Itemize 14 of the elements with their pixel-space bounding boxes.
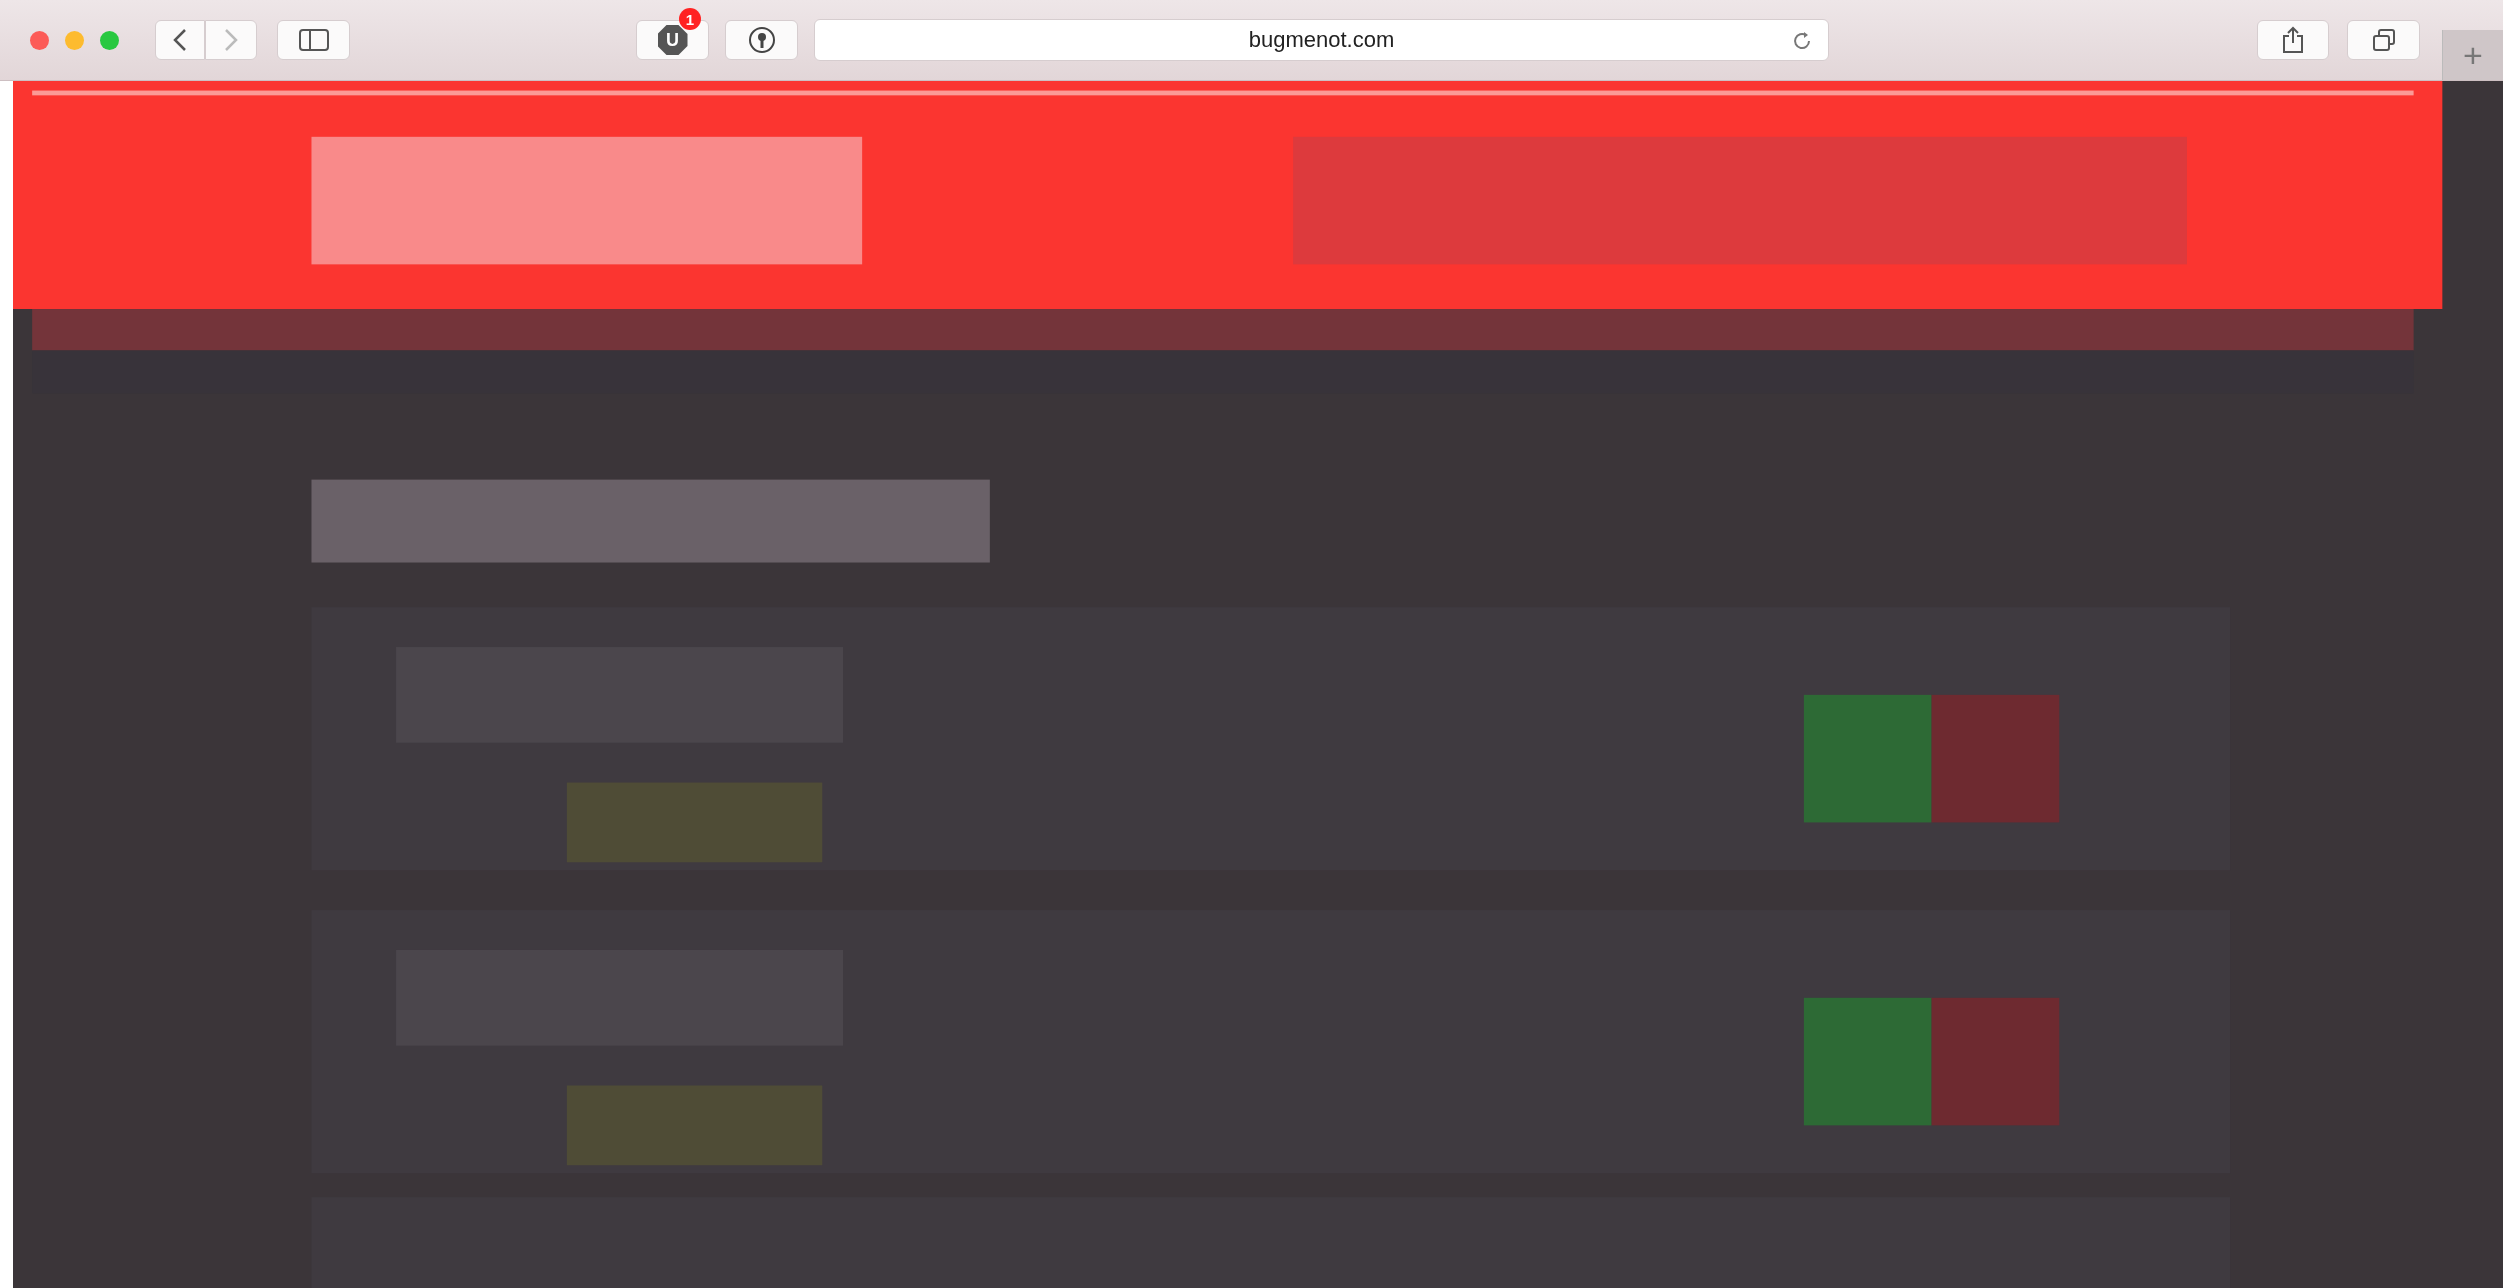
key-icon — [747, 26, 776, 54]
share-button[interactable] — [2257, 20, 2329, 60]
password-button[interactable] — [725, 20, 798, 60]
back-button[interactable] — [155, 20, 205, 60]
tabs-icon — [2371, 28, 2396, 52]
share-icon — [2282, 26, 2304, 54]
sidebar-icon — [298, 29, 329, 51]
address-field[interactable]: bugmenot.com — [814, 19, 1829, 61]
notification-badge: 1 — [679, 8, 701, 30]
forward-icon — [224, 28, 238, 52]
extension-logo: U — [657, 25, 688, 55]
sidebar-button[interactable] — [277, 20, 350, 60]
tabs-button[interactable] — [2347, 20, 2420, 60]
back-icon — [173, 28, 187, 52]
